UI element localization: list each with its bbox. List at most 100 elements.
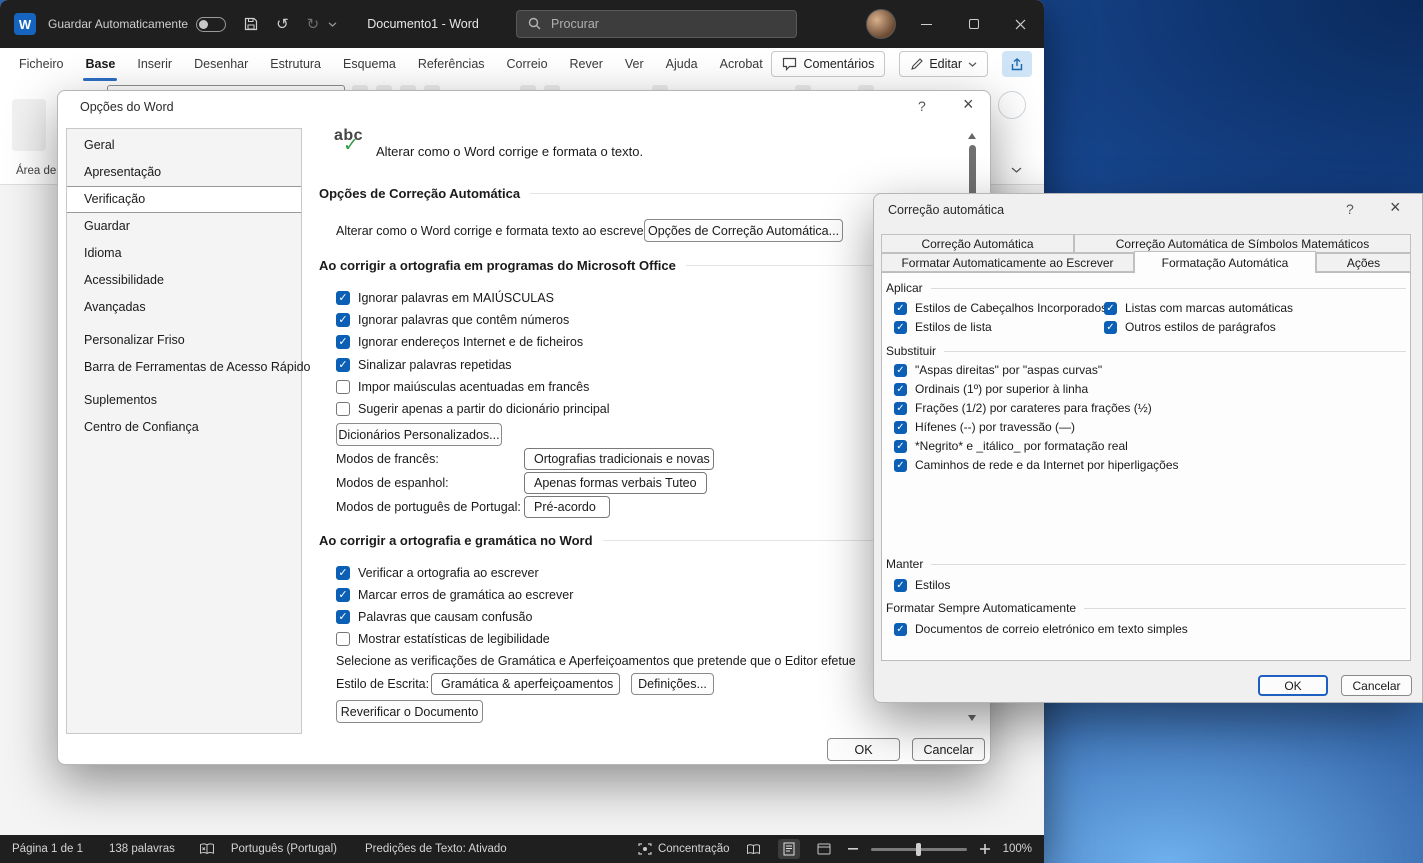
sidebar-item-geral[interactable]: Geral	[67, 132, 301, 159]
zoom-in-button[interactable]	[980, 844, 990, 854]
french-modes-dropdown[interactable]: Ortografias tradicionais e novas	[524, 448, 714, 470]
checkbox-row-confused-words[interactable]: Palavras que causam confusão	[336, 609, 532, 625]
tab-correcao-automatica[interactable]: Correção Automática	[881, 234, 1074, 253]
tab-formatar-ao-escrever[interactable]: Formatar Automaticamente ao Escrever	[881, 253, 1134, 272]
checkbox-row-flag-repeated[interactable]: Sinalizar palavras repetidas	[336, 357, 512, 373]
close-icon[interactable]: ×	[963, 94, 974, 115]
tab-ficheiro[interactable]: Ficheiro	[8, 48, 74, 81]
sidebar-item-idioma[interactable]: Idioma	[67, 240, 301, 267]
checkbox[interactable]	[894, 364, 907, 377]
checkbox[interactable]	[336, 291, 350, 305]
checkbox[interactable]	[894, 421, 907, 434]
checkbox-row-bold-italic[interactable]: *Negrito* e _itálico_ por formatação rea…	[894, 438, 1128, 454]
tab-acrobat[interactable]: Acrobat	[709, 48, 774, 81]
qat-chevron-icon[interactable]	[328, 22, 337, 27]
checkbox[interactable]	[336, 402, 350, 416]
spanish-modes-dropdown[interactable]: Apenas formas verbais Tuteo	[524, 472, 707, 494]
comments-button[interactable]: Comentários	[771, 51, 885, 77]
checkbox-row-hyphens-dash[interactable]: Hífenes (--) por travessão (—)	[894, 419, 1075, 435]
checkbox[interactable]	[336, 610, 350, 624]
checkbox[interactable]	[336, 566, 350, 580]
sidebar-item-centro-confianca[interactable]: Centro de Confiança	[67, 414, 301, 441]
tab-base[interactable]: Base	[74, 48, 126, 81]
checkbox-row-list-styles[interactable]: Estilos de lista	[894, 319, 992, 335]
editor-button-placeholder[interactable]	[998, 91, 1026, 119]
checkbox[interactable]	[1104, 321, 1117, 334]
close-icon[interactable]: ×	[1390, 197, 1401, 218]
sidebar-item-avancadas[interactable]: Avançadas	[67, 294, 301, 321]
tab-ajuda[interactable]: Ajuda	[655, 48, 709, 81]
ok-button[interactable]: OK	[827, 738, 900, 761]
sidebar-item-guardar[interactable]: Guardar	[67, 213, 301, 240]
scrollbar-thumb[interactable]	[969, 145, 976, 197]
maximize-button[interactable]	[950, 0, 997, 48]
checkbox[interactable]	[336, 588, 350, 602]
checkbox[interactable]	[894, 623, 907, 636]
checkbox-row-ignore-internet[interactable]: Ignorar endereços Internet e de ficheiro…	[336, 334, 583, 350]
checkbox-row-ordinals-superscript[interactable]: Ordinais (1º) por superior à linha	[894, 381, 1088, 397]
checkbox[interactable]	[894, 579, 907, 592]
sidebar-item-suplementos[interactable]: Suplementos	[67, 387, 301, 414]
tab-esquema[interactable]: Esquema	[332, 48, 407, 81]
checkbox[interactable]	[894, 302, 907, 315]
tab-ver[interactable]: Ver	[614, 48, 655, 81]
focus-mode-button[interactable]: Concentração	[638, 843, 730, 855]
portuguese-modes-dropdown[interactable]: Pré-acordo	[524, 496, 610, 518]
tab-correio[interactable]: Correio	[496, 48, 559, 81]
autosave-toggle[interactable]	[196, 17, 226, 32]
checkbox[interactable]	[336, 335, 350, 349]
checkbox[interactable]	[1104, 302, 1117, 315]
checkbox[interactable]	[894, 321, 907, 334]
scroll-up-icon[interactable]	[968, 133, 976, 139]
checkbox-row-ignore-uppercase[interactable]: Ignorar palavras em MAIÚSCULAS	[336, 290, 554, 306]
status-page-count[interactable]: Página 1 de 1	[12, 843, 83, 855]
tab-desenhar[interactable]: Desenhar	[183, 48, 259, 81]
checkbox[interactable]	[894, 383, 907, 396]
checkbox-row-plain-text-email[interactable]: Documentos de correio eletrónico em text…	[894, 621, 1188, 637]
checkbox[interactable]	[336, 313, 350, 327]
proofing-errors-icon[interactable]	[199, 843, 215, 855]
checkbox-row-hyperlinks[interactable]: Caminhos de rede e da Internet por hiper…	[894, 457, 1179, 473]
undo-icon[interactable]: ↺	[276, 17, 289, 32]
tab-formatacao-automatica[interactable]: Formatação Automática	[1134, 251, 1316, 273]
save-icon[interactable]	[244, 17, 258, 31]
custom-dictionaries-button[interactable]: Dicionários Personalizados...	[336, 423, 502, 446]
sidebar-item-verificacao[interactable]: Verificação	[67, 186, 301, 213]
sidebar-item-acessibilidade[interactable]: Acessibilidade	[67, 267, 301, 294]
sidebar-item-personalizar-friso[interactable]: Personalizar Friso	[67, 327, 301, 354]
scroll-down-icon[interactable]	[968, 715, 976, 721]
checkbox[interactable]	[336, 632, 350, 646]
minimize-button[interactable]	[903, 0, 950, 48]
recheck-document-button[interactable]: Reverificar o Documento	[336, 700, 483, 723]
checkbox-row-auto-bullet-lists[interactable]: Listas com marcas automáticas	[1104, 300, 1293, 316]
help-icon[interactable]: ?	[1346, 201, 1354, 217]
tab-referencias[interactable]: Referências	[407, 48, 496, 81]
print-layout-button[interactable]	[778, 839, 800, 859]
share-button[interactable]	[1002, 51, 1032, 77]
checkbox-row-check-spelling[interactable]: Verificar a ortografia ao escrever	[336, 565, 539, 581]
checkbox-row-readability-stats[interactable]: Mostrar estatísticas de legibilidade	[336, 631, 550, 647]
zoom-out-button[interactable]	[848, 848, 858, 850]
sidebar-item-barra-acesso-rapido[interactable]: Barra de Ferramentas de Acesso Rápido	[67, 354, 301, 381]
tab-rever[interactable]: Rever	[559, 48, 614, 81]
cancel-button[interactable]: Cancelar	[912, 738, 985, 761]
sidebar-item-apresentacao[interactable]: Apresentação	[67, 159, 301, 186]
zoom-slider[interactable]	[871, 848, 967, 851]
status-text-predictions[interactable]: Predições de Texto: Ativado	[365, 843, 507, 855]
checkbox-row-other-paragraph-styles[interactable]: Outros estilos de parágrafos	[1104, 319, 1276, 335]
checkbox[interactable]	[894, 402, 907, 415]
checkbox-row-builtin-heading-styles[interactable]: Estilos de Cabeçalhos Incorporados	[894, 300, 1107, 316]
editor-settings-button[interactable]: Definições...	[631, 673, 714, 695]
writing-style-dropdown[interactable]: Gramática & aperfeiçoamentos	[431, 673, 620, 695]
zoom-slider-thumb[interactable]	[916, 843, 921, 856]
status-language[interactable]: Português (Portugal)	[231, 843, 337, 855]
checkbox[interactable]	[336, 358, 350, 372]
checkbox-row-main-dictionary-only[interactable]: Sugerir apenas a partir do dicionário pr…	[336, 401, 610, 417]
tab-inserir[interactable]: Inserir	[126, 48, 183, 81]
edit-mode-button[interactable]: Editar	[899, 51, 988, 77]
checkbox-row-mark-grammar[interactable]: Marcar erros de gramática ao escrever	[336, 587, 573, 603]
checkbox-row-ignore-numbers[interactable]: Ignorar palavras que contêm números	[336, 312, 569, 328]
read-mode-button[interactable]	[743, 839, 765, 859]
checkbox[interactable]	[336, 380, 350, 394]
ok-button[interactable]: OK	[1258, 675, 1328, 696]
